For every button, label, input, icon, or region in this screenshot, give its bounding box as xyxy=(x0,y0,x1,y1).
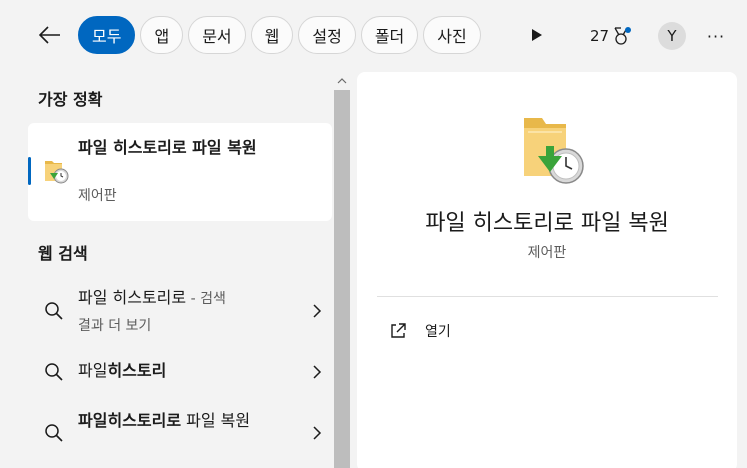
detail-panel: 파일 히스토리로 파일 복원 제어판 열기 xyxy=(357,72,737,468)
more-filters-button[interactable] xyxy=(524,22,550,48)
play-icon xyxy=(532,29,542,41)
search-icon xyxy=(45,302,63,320)
open-external-icon xyxy=(391,323,406,338)
search-icon xyxy=(45,363,63,381)
tab-documents[interactable]: 문서 xyxy=(188,16,246,54)
points-count: 27 xyxy=(590,27,610,45)
best-match-heading: 가장 정확 xyxy=(38,90,103,109)
scroll-up-button[interactable] xyxy=(333,72,351,90)
web-search-item-subtitle: 결과 더 보기 xyxy=(78,318,152,334)
tab-all[interactable]: 모두 xyxy=(78,16,136,54)
web-search-item[interactable]: 파일 히스토리로 - 검색 결과 더 보기 xyxy=(28,280,332,346)
chevron-up-icon xyxy=(337,78,347,84)
avatar[interactable]: Y xyxy=(658,22,686,50)
tab-apps[interactable]: 앱 xyxy=(140,16,184,54)
web-search-item[interactable]: 파일히스토리로 파일 복원 xyxy=(28,402,332,466)
avatar-initial: Y xyxy=(667,27,677,45)
file-history-folder-icon xyxy=(524,118,584,184)
web-search-heading: 웹 검색 xyxy=(38,244,88,263)
web-search-item-title: 파일히스토리로 파일 복원 xyxy=(78,411,251,430)
more-options-icon: ··· xyxy=(706,26,726,46)
detail-title: 파일 히스토리로 파일 복원 xyxy=(425,211,669,236)
web-search-item-title: 파일 히스토리로 - 검색 xyxy=(78,288,226,307)
medal-icon xyxy=(612,26,632,46)
filter-tabs: 모두 앱 문서 웹 설정 폴더 사진 xyxy=(78,16,504,56)
tab-web[interactable]: 웹 xyxy=(250,16,294,54)
tab-settings[interactable]: 설정 xyxy=(298,16,356,54)
tab-folders[interactable]: 폴더 xyxy=(360,16,419,54)
detail-subtitle: 제어판 xyxy=(527,245,567,261)
notification-dot xyxy=(625,27,632,33)
open-label: 열기 xyxy=(425,324,451,340)
search-icon xyxy=(45,424,63,442)
scrollbar[interactable] xyxy=(333,72,351,468)
scrollbar-thumb[interactable] xyxy=(334,90,350,468)
rewards-points[interactable]: 27 xyxy=(590,24,632,48)
chevron-right-icon xyxy=(313,365,322,379)
open-action[interactable]: 열기 xyxy=(389,319,451,343)
chevron-right-icon xyxy=(313,426,322,440)
more-options-button[interactable]: ··· xyxy=(704,26,728,46)
chevron-right-icon xyxy=(313,304,322,318)
web-search-item-title: 파일히스토리 xyxy=(78,361,167,380)
best-match-result[interactable]: 파일 히스토리로 파일 복원 제어판 xyxy=(28,123,332,221)
selection-indicator xyxy=(28,157,31,185)
file-history-folder-icon xyxy=(45,161,69,184)
tab-photos[interactable]: 사진 xyxy=(423,16,481,54)
divider xyxy=(377,296,718,297)
back-button[interactable] xyxy=(30,17,70,53)
web-search-item[interactable]: 파일히스토리 xyxy=(28,352,332,392)
back-arrow-icon xyxy=(39,26,60,44)
best-match-subtitle: 제어판 xyxy=(78,188,117,204)
best-match-title: 파일 히스토리로 파일 복원 xyxy=(78,138,257,157)
